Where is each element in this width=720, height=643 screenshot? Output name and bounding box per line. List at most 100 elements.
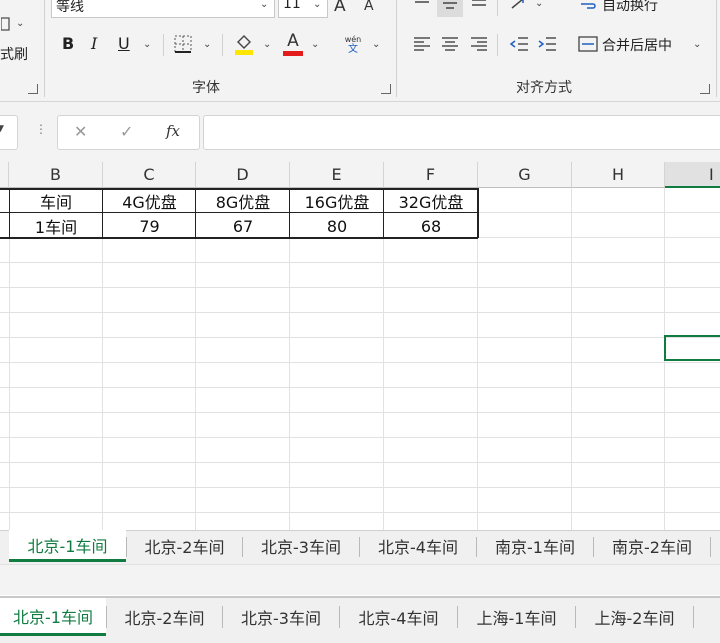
- chevron-down-icon[interactable]: ▼: [0, 124, 4, 134]
- align-bottom-icon[interactable]: [467, 0, 491, 12]
- formula-input[interactable]: [203, 115, 720, 150]
- merge-center-button[interactable]: 合并后居中: [602, 35, 672, 55]
- divider: [497, 0, 498, 16]
- horizontal-scrollbar[interactable]: [0, 564, 720, 595]
- chevron-down-icon[interactable]: ⌄: [372, 39, 380, 50]
- gridline: [477, 188, 478, 530]
- chevron-down-icon[interactable]: ⌄: [16, 18, 24, 29]
- enter-icon[interactable]: ✓: [120, 122, 133, 141]
- gridline: [0, 287, 720, 288]
- table-header-cell[interactable]: 4G优盘: [103, 189, 196, 213]
- ribbon: ⌄ 式刷 等线 ⌄ 11 ⌄ A A B I U ⌄ ⌄ ⌄ A ⌄ wén 文…: [0, 0, 720, 102]
- orientation-icon[interactable]: [507, 0, 531, 12]
- column-header-d[interactable]: D: [196, 162, 290, 188]
- cancel-icon[interactable]: ✕: [74, 122, 87, 141]
- clipboard-icon[interactable]: [0, 14, 12, 34]
- align-top-icon[interactable]: [410, 0, 434, 12]
- gridline: [0, 462, 720, 463]
- borders-icon[interactable]: [172, 33, 194, 55]
- insert-function-icon[interactable]: fx: [166, 122, 180, 140]
- formula-bar-area: ▼ ⋮ ✕ ✓ fx: [0, 102, 720, 162]
- gridline: [571, 188, 572, 530]
- column-header-a-partial[interactable]: [0, 162, 9, 188]
- font-group-label: 字体: [192, 80, 220, 96]
- sheet-tab[interactable]: 北京-3车间: [243, 531, 359, 561]
- bold-button[interactable]: B: [62, 34, 74, 53]
- chevron-down-icon[interactable]: ⌄: [260, 0, 268, 10]
- chevron-down-icon[interactable]: ⌄: [143, 39, 151, 50]
- font-name-combo[interactable]: 等线 ⌄: [51, 0, 275, 18]
- table-header-cell[interactable]: 16G优盘: [290, 189, 384, 213]
- worksheet-grid[interactable]: B C D E F G H I 车间 4G优盘 8G优盘 16G优盘 32G优盘…: [0, 162, 720, 530]
- format-painter-label[interactable]: 式刷: [0, 44, 28, 64]
- chevron-down-icon[interactable]: ⌄: [203, 39, 211, 50]
- column-header-b[interactable]: B: [9, 162, 103, 188]
- dialog-launcher-icon[interactable]: [381, 84, 391, 94]
- column-header-f[interactable]: F: [384, 162, 478, 188]
- phonetic-guide-icon[interactable]: wén 文: [340, 32, 366, 58]
- sheet-tab[interactable]: 北京-4车间: [360, 531, 476, 561]
- table-cell[interactable]: 1车间: [9, 214, 103, 238]
- table-cell[interactable]: 68: [384, 214, 478, 238]
- decrease-indent-icon[interactable]: [507, 33, 531, 55]
- tab-divider: [710, 537, 711, 557]
- chevron-down-icon[interactable]: ⌄: [535, 0, 543, 9]
- gridline: [289, 188, 290, 530]
- align-middle-icon[interactable]: [437, 0, 463, 17]
- table-cell[interactable]: 79: [103, 214, 196, 238]
- sheet-tab[interactable]: 北京-1车间: [9, 530, 126, 562]
- column-header-h[interactable]: H: [572, 162, 665, 188]
- dialog-launcher-icon[interactable]: [700, 84, 710, 94]
- sheet-tab[interactable]: 上海-1车间: [458, 598, 575, 636]
- grow-font-button[interactable]: A: [334, 0, 346, 16]
- table-cell[interactable]: 80: [290, 214, 384, 238]
- sheet-tab[interactable]: 北京-4车间: [340, 598, 457, 636]
- merge-center-icon[interactable]: [577, 33, 599, 55]
- table-header-cell[interactable]: 8G优盘: [196, 189, 290, 213]
- chevron-down-icon[interactable]: ⌄: [311, 39, 319, 50]
- font-name-value: 等线: [56, 0, 84, 15]
- align-center-icon[interactable]: [438, 33, 462, 55]
- gridline: [0, 512, 720, 513]
- sheet-tab-bar: 北京-1车间 北京-2车间 北京-3车间 北京-4车间 上海-1车间 上海-2车…: [0, 596, 720, 643]
- chevron-down-icon[interactable]: ⌄: [693, 39, 701, 50]
- active-cell-selection[interactable]: [664, 335, 720, 361]
- sheet-tab[interactable]: 北京-3车间: [223, 598, 339, 636]
- table-header-cell[interactable]: 32G优盘: [384, 189, 478, 213]
- sheet-tab[interactable]: 南京-2车间: [594, 531, 710, 561]
- dialog-launcher-icon[interactable]: [28, 84, 38, 94]
- chevron-down-icon[interactable]: ⌄: [263, 39, 271, 50]
- gridline: [0, 262, 720, 263]
- name-box[interactable]: ▼: [0, 115, 18, 150]
- fill-color-icon[interactable]: [232, 31, 256, 57]
- sheet-tab[interactable]: 北京-2车间: [107, 598, 222, 636]
- sheet-tab[interactable]: 南京-1车间: [477, 531, 593, 561]
- italic-button[interactable]: I: [91, 34, 97, 53]
- wrap-text-button[interactable]: 自动换行: [602, 0, 658, 15]
- align-left-icon[interactable]: [410, 33, 434, 55]
- font-size-combo[interactable]: 11 ⌄: [278, 0, 328, 18]
- tab-divider: [693, 606, 694, 628]
- column-header-i[interactable]: I: [665, 162, 720, 188]
- font-color-icon[interactable]: A: [281, 31, 305, 57]
- column-header-g[interactable]: G: [478, 162, 572, 188]
- shrink-font-button[interactable]: A: [364, 0, 374, 14]
- sheet-tab-bar: 北京-1车间 北京-2车间 北京-3车间 北京-4车间 南京-1车间 南京-2车…: [0, 530, 720, 565]
- table-border: [195, 188, 196, 238]
- sheet-tab[interactable]: 北京-1车间: [0, 598, 106, 636]
- formula-buttons: ✕ ✓ fx: [57, 115, 200, 150]
- more-options-icon: ⋮: [35, 122, 47, 136]
- chevron-down-icon[interactable]: ⌄: [313, 0, 321, 10]
- table-border: [0, 237, 478, 239]
- column-header-e[interactable]: E: [290, 162, 384, 188]
- sheet-tab[interactable]: 上海-2车间: [576, 598, 693, 636]
- underline-button[interactable]: U: [118, 34, 130, 53]
- increase-indent-icon[interactable]: [535, 33, 559, 55]
- align-right-icon[interactable]: [467, 33, 491, 55]
- wrap-text-icon[interactable]: [578, 0, 598, 12]
- sheet-tab[interactable]: 北京-2车间: [127, 531, 242, 561]
- table-cell[interactable]: 67: [196, 214, 290, 238]
- table-border: [0, 212, 478, 213]
- table-header-cell[interactable]: 车间: [9, 189, 103, 213]
- column-header-c[interactable]: C: [103, 162, 196, 188]
